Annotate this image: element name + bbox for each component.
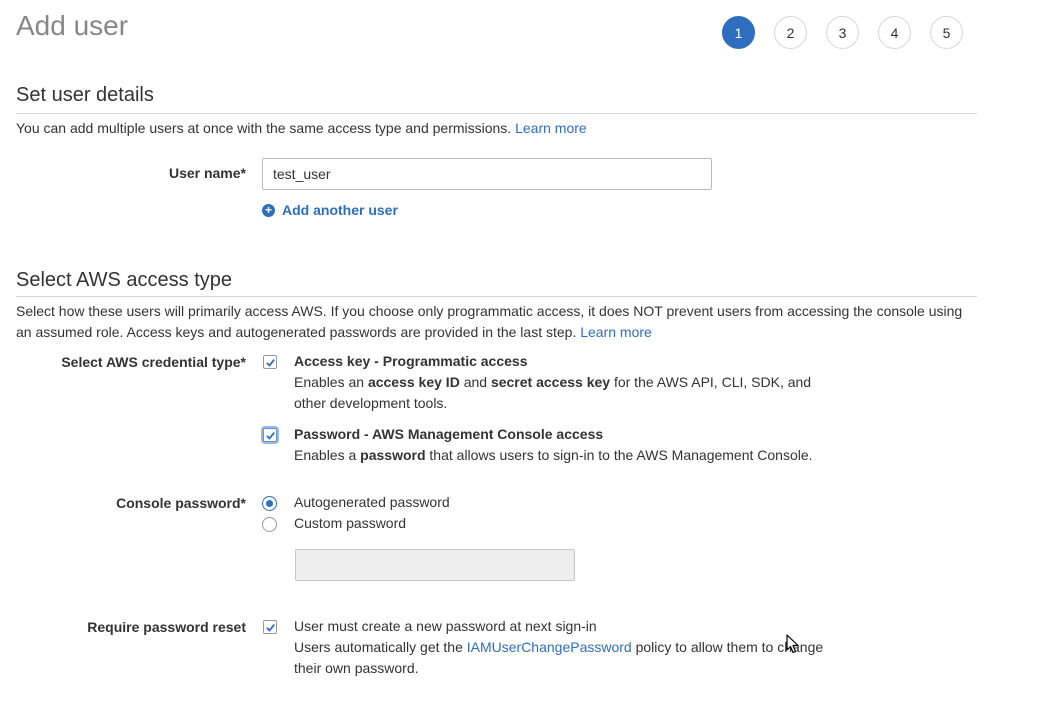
require-reset-option: User must create a new password at next … bbox=[294, 616, 854, 679]
text-bold: password bbox=[360, 447, 426, 463]
require-reset-description: Users automatically get the IAMUserChang… bbox=[294, 637, 854, 679]
text-bold: access key ID bbox=[367, 374, 460, 390]
programmatic-access-title: Access key - Programmatic access bbox=[294, 353, 528, 369]
console-access-description: Enables a password that allows users to … bbox=[294, 445, 854, 466]
mouse-cursor-icon bbox=[786, 634, 800, 657]
add-another-user-label: Add another user bbox=[282, 202, 398, 218]
step-4[interactable]: 4 bbox=[878, 16, 911, 49]
text-bold: secret access key bbox=[490, 374, 611, 390]
credential-type-label: Select AWS credential type* bbox=[61, 354, 246, 370]
check-icon bbox=[265, 431, 275, 440]
iam-user-change-password-link[interactable]: IAMUserChangePassword bbox=[467, 639, 632, 655]
step-5[interactable]: 5 bbox=[930, 16, 963, 49]
console-access-option: Password - AWS Management Console access… bbox=[294, 424, 854, 466]
radio-dot bbox=[266, 500, 273, 507]
divider bbox=[16, 113, 977, 114]
wizard-steps: 1 2 3 4 5 bbox=[722, 16, 982, 49]
programmatic-access-checkbox[interactable] bbox=[263, 355, 277, 369]
text: and bbox=[459, 374, 491, 390]
learn-more-link[interactable]: Learn more bbox=[580, 324, 652, 340]
user-name-label: User name* bbox=[168, 165, 246, 181]
require-reset-checkbox[interactable] bbox=[263, 620, 277, 634]
text: other development tools. bbox=[294, 395, 448, 411]
step-3[interactable]: 3 bbox=[826, 16, 859, 49]
require-reset-label: Require password reset bbox=[87, 619, 246, 635]
page-title: Add user bbox=[16, 10, 129, 41]
section-title-access-type: Select AWS access type bbox=[16, 269, 233, 291]
programmatic-access-option: Access key - Programmatic access Enables… bbox=[294, 351, 854, 414]
text: Enables an bbox=[294, 374, 368, 390]
user-details-text: You can add multiple users at once with … bbox=[16, 120, 512, 136]
custom-password-radio[interactable] bbox=[262, 517, 277, 532]
add-another-user-button[interactable]: + Add another user bbox=[262, 202, 398, 218]
console-access-checkbox[interactable] bbox=[263, 428, 277, 442]
text: for the AWS API, CLI, SDK, and bbox=[610, 374, 812, 390]
section-title-user-details: Set user details bbox=[16, 84, 154, 106]
custom-password-input[interactable] bbox=[295, 549, 575, 581]
step-2[interactable]: 2 bbox=[774, 16, 807, 49]
check-icon bbox=[265, 358, 275, 367]
divider bbox=[16, 296, 977, 297]
text: that allows users to sign-in to the AWS … bbox=[425, 447, 813, 463]
text: Users automatically get the bbox=[294, 639, 467, 655]
user-details-description: You can add multiple users at once with … bbox=[16, 118, 976, 139]
text: their own password. bbox=[294, 660, 419, 676]
plus-circle-icon: + bbox=[262, 203, 275, 217]
console-password-label: Console password* bbox=[116, 495, 246, 511]
require-reset-text: User must create a new password at next … bbox=[294, 618, 597, 634]
custom-password-label: Custom password bbox=[294, 515, 407, 531]
check-icon bbox=[265, 623, 275, 632]
autogenerated-password-label: Autogenerated password bbox=[294, 494, 450, 510]
user-name-input[interactable] bbox=[262, 158, 712, 190]
console-access-title: Password - AWS Management Console access bbox=[294, 426, 604, 442]
text: Enables a bbox=[294, 447, 361, 463]
access-type-description: Select how these users will primarily ac… bbox=[16, 301, 976, 343]
autogenerated-password-radio[interactable] bbox=[262, 496, 277, 511]
programmatic-access-description: Enables an access key ID and secret acce… bbox=[294, 372, 854, 414]
step-1[interactable]: 1 bbox=[722, 16, 755, 49]
access-type-text: Select how these users will primarily ac… bbox=[16, 303, 963, 340]
learn-more-link[interactable]: Learn more bbox=[515, 120, 587, 136]
